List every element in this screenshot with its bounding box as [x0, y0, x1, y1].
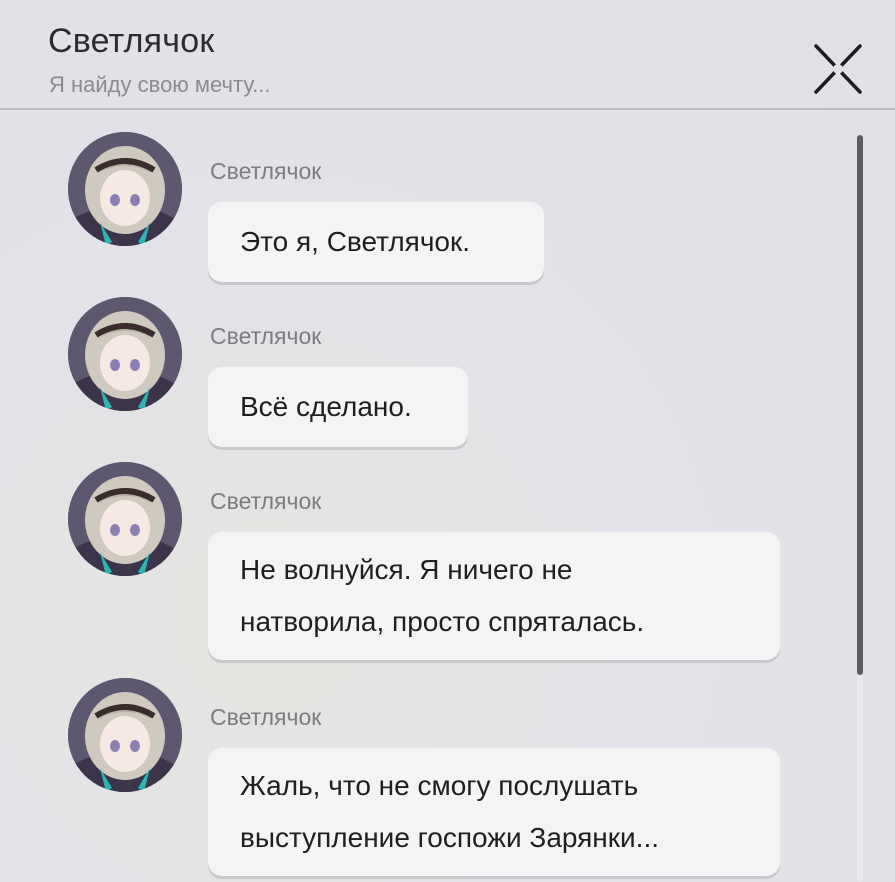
chat-header: Светлячок Я найду свою мечту... [0, 0, 895, 110]
message-bubble[interactable]: Жаль, что не смогу послушать выступление… [208, 748, 780, 876]
contact-name: Светлячок [48, 22, 215, 60]
close-icon [814, 44, 862, 94]
message-bubble[interactable]: Не волнуйся. Я ничего не натворила, прос… [208, 532, 780, 660]
message-text: Это я, Светлячок. [240, 226, 471, 257]
avatar-image [68, 462, 182, 576]
sender-name: Светлячок [210, 704, 322, 730]
message-bubble[interactable]: Это я, Светлячок. [208, 202, 544, 282]
message-text-line: Жаль, что не смогу послушать [240, 770, 639, 801]
message-text: Всё сделано. [240, 391, 412, 422]
avatar[interactable] [68, 132, 182, 246]
scrollbar-thumb[interactable] [857, 135, 863, 675]
avatar[interactable] [68, 462, 182, 576]
avatar[interactable] [68, 297, 182, 411]
avatar-image [68, 678, 182, 792]
message-text-line: натворила, просто спряталась. [240, 606, 645, 637]
chat-window: Светлячок Я найду свою мечту... Светлячо… [0, 0, 895, 882]
message-text-line: выступление госпожи Зарянки... [240, 822, 660, 853]
avatar[interactable] [68, 678, 182, 792]
close-button[interactable] [808, 40, 868, 100]
message-text-line: Не волнуйся. Я ничего не [240, 554, 573, 585]
message-list[interactable]: Светлячок Это я, Светлячок. Светлячок Вс… [0, 112, 860, 882]
avatar-image [68, 297, 182, 411]
sender-name: Светлячок [210, 323, 322, 349]
avatar-image [68, 132, 182, 246]
message-bubble[interactable]: Всё сделано. [208, 367, 468, 447]
contact-signature: Я найду свою мечту... [49, 72, 271, 97]
sender-name: Светлячок [210, 158, 322, 184]
sender-name: Светлячок [210, 488, 322, 514]
